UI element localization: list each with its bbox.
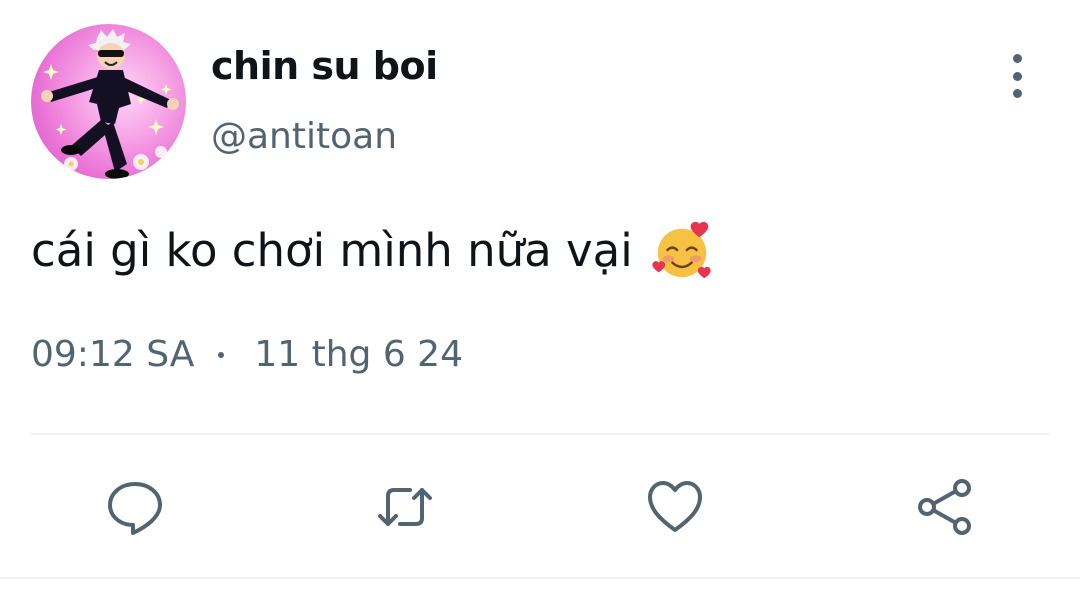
tweet-time[interactable]: 09:12 SA — [31, 334, 194, 375]
like-button[interactable] — [646, 478, 704, 536]
more-vertical-icon — [1012, 54, 1022, 63]
reply-icon — [108, 482, 162, 535]
heart-icon — [648, 481, 702, 532]
tweet-text-content: cái gì ko chơi mình nữa vại — [31, 224, 633, 277]
tweet-meta: 09:12 SA 11 thg 6 24 — [31, 334, 463, 375]
divider — [31, 433, 1050, 435]
display-name[interactable]: chin su boi — [211, 44, 438, 88]
reply-button[interactable] — [106, 478, 164, 536]
user-handle[interactable]: @antitoan — [211, 116, 397, 157]
share-button[interactable] — [916, 478, 974, 536]
retweet-button[interactable] — [376, 478, 434, 536]
share-icon — [918, 479, 971, 535]
more-vertical-icon-dot — [1012, 89, 1022, 98]
more-options-button[interactable] — [1000, 54, 1034, 98]
retweet-icon — [378, 488, 432, 526]
bottom-divider — [0, 577, 1080, 579]
tweet-text: cái gì ko chơi mình nữa vại — [31, 218, 713, 284]
avatar[interactable] — [31, 24, 186, 179]
smiling-face-with-hearts-icon — [652, 221, 711, 279]
meta-separator — [218, 351, 225, 358]
tweet-date[interactable]: 11 thg 6 24 — [254, 334, 463, 375]
avatar-image — [41, 29, 179, 179]
more-vertical-icon-dot — [1012, 71, 1022, 81]
